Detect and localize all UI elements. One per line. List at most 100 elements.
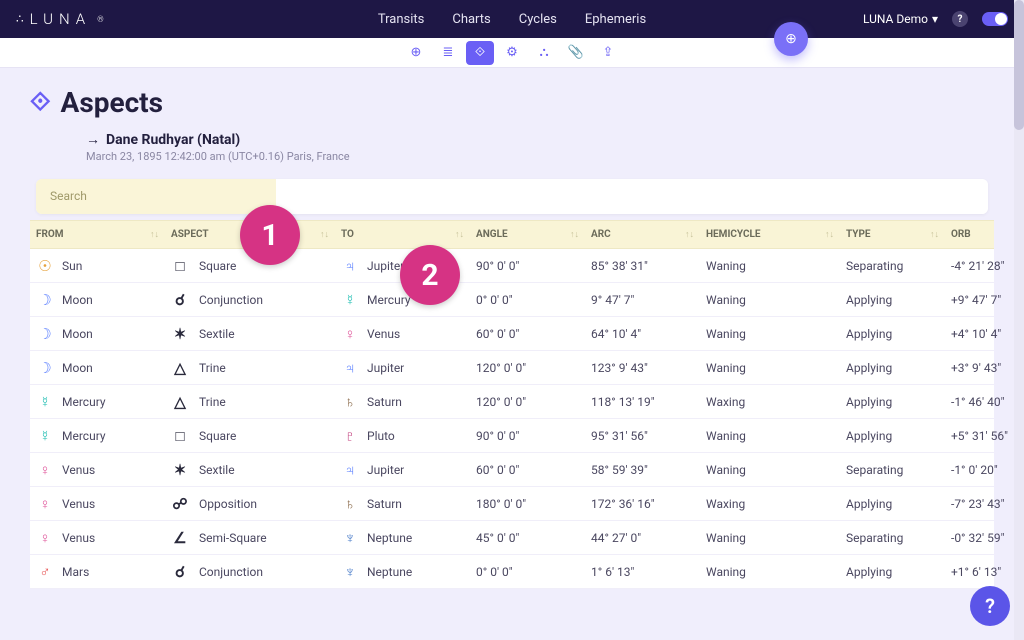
aspects-table: FROM↑↓ ASPECT↑↓ TO↑↓ ANGLE↑↓ ARC↑↓ HEMIC… <box>30 220 994 589</box>
scrollbar[interactable] <box>1014 0 1024 640</box>
cell-angle: 120° 0' 0" <box>470 354 585 382</box>
cell-hemicycle: Waning <box>700 320 840 348</box>
help-icon[interactable]: ? <box>952 11 968 27</box>
search-row: Search <box>30 179 994 214</box>
cell-hemicycle: Waning <box>700 252 840 280</box>
nav-cycles[interactable]: Cycles <box>519 12 557 27</box>
table-row[interactable]: ☿Mercury□Square♇Pluto90° 0' 0"95° 31' 56… <box>30 419 994 453</box>
attach-icon[interactable]: 📎 <box>562 41 590 65</box>
col-orb[interactable]: ORB↑↓ <box>945 221 1024 248</box>
cell-orb: -1° 46' 40" <box>945 388 1024 416</box>
sort-icon: ↑↓ <box>320 229 329 240</box>
aspects-page-icon: ⟐ <box>30 87 51 118</box>
cell-aspect: ✶Sextile <box>165 454 335 486</box>
cell-from: ☽Moon <box>30 284 165 316</box>
table-row[interactable]: ☽Moon△Trine♃Jupiter120° 0' 0"123° 9' 43"… <box>30 351 994 385</box>
arrow-right-icon: → <box>86 131 100 148</box>
search-wrap: Search <box>36 179 988 214</box>
cell-aspect: ☌Conjunction <box>165 556 335 588</box>
cell-arc: 123° 9' 43" <box>585 354 700 382</box>
table-row[interactable]: ♀Venus☍Opposition♄Saturn180° 0' 0"172° 3… <box>30 487 994 521</box>
toolbar: ⊕ ≣ ⟐ ⚙ ⛬ 📎 ⇪ ⊕ <box>0 38 1024 68</box>
cell-from: ☿Mercury <box>30 420 165 452</box>
planet-icon: ♆ <box>341 529 359 547</box>
planet-icon: ♀ <box>36 495 54 513</box>
col-to[interactable]: TO↑↓ <box>335 221 470 248</box>
cell-type: Separating <box>840 456 945 484</box>
cell-hemicycle: Waning <box>700 524 840 552</box>
page-head: ⟐ Aspects <box>30 86 994 119</box>
table-row[interactable]: ☿Mercury△Trine♄Saturn120° 0' 0"118° 13' … <box>30 385 994 419</box>
cell-type: Applying <box>840 354 945 382</box>
nav-transits[interactable]: Transits <box>378 12 425 27</box>
cell-from: ♀Venus <box>30 488 165 520</box>
chart-icon[interactable]: ⛬ <box>530 41 558 65</box>
planet-icon: ☽ <box>36 325 54 343</box>
theme-toggle[interactable] <box>982 12 1008 26</box>
col-arc[interactable]: ARC↑↓ <box>585 221 700 248</box>
cell-orb: -1° 0' 20" <box>945 456 1024 484</box>
user-dropdown[interactable]: LUNA Demo ▾ <box>863 12 938 26</box>
cell-type: Separating <box>840 524 945 552</box>
chevron-down-icon: ▾ <box>932 12 938 26</box>
cell-to: ♆Neptune <box>335 556 470 588</box>
aspect-icon: △ <box>171 359 189 377</box>
cell-orb: +4° 10' 4" <box>945 320 1024 348</box>
nav-charts[interactable]: Charts <box>452 12 490 27</box>
nav-links: Transits Charts Cycles Ephemeris <box>378 12 646 27</box>
planet-icon: ♀ <box>36 529 54 547</box>
table-row[interactable]: ♀Venus∠Semi-Square♆Neptune45° 0' 0"44° 2… <box>30 521 994 555</box>
cell-aspect: ✶Sextile <box>165 318 335 350</box>
page: ⟐ Aspects → Dane Rudhyar (Natal) March 2… <box>0 68 1024 589</box>
cell-orb: -4° 21' 28" <box>945 252 1024 280</box>
cell-angle: 180° 0' 0" <box>470 490 585 518</box>
share-icon[interactable]: ⇪ <box>594 41 622 65</box>
table-row[interactable]: ♂Mars☌Conjunction♆Neptune0° 0' 0"1° 6' 1… <box>30 555 994 589</box>
planet-icon: ☽ <box>36 359 54 377</box>
cell-arc: 1° 6' 13" <box>585 558 700 586</box>
cell-hemicycle: Waning <box>700 354 840 382</box>
aspect-icon: ∠ <box>171 529 189 547</box>
table-row[interactable]: ☉Sun□Square♃Jupiter90° 0' 0"85° 38' 31"W… <box>30 249 994 283</box>
col-type[interactable]: TYPE↑↓ <box>840 221 945 248</box>
aspect-icon: ☌ <box>171 563 189 581</box>
help-fab[interactable]: ? <box>970 586 1010 626</box>
table-row[interactable]: ☽Moon✶Sextile♀Venus60° 0' 0"64° 10' 4"Wa… <box>30 317 994 351</box>
cell-angle: 0° 0' 0" <box>470 286 585 314</box>
cell-orb: -7° 23' 43" <box>945 490 1024 518</box>
subject-name: Dane Rudhyar (Natal) <box>106 132 240 148</box>
cell-type: Applying <box>840 286 945 314</box>
planet-icon: ♇ <box>341 427 359 445</box>
cell-arc: 118° 13' 19" <box>585 388 700 416</box>
col-from[interactable]: FROM↑↓ <box>30 221 165 248</box>
aspect-icon: ✶ <box>171 461 189 479</box>
cell-orb: +1° 6' 13" <box>945 558 1024 586</box>
cell-hemicycle: Waxing <box>700 490 840 518</box>
brand-text: LUNA <box>30 10 92 28</box>
cell-orb: -0° 32' 59" <box>945 524 1024 552</box>
search-input[interactable] <box>276 179 988 214</box>
planet-icon: ☿ <box>36 393 54 411</box>
table-row[interactable]: ♀Venus✶Sextile♃Jupiter60° 0' 0"58° 59' 3… <box>30 453 994 487</box>
globe-icon[interactable]: ⊕ <box>402 41 430 65</box>
user-label: LUNA Demo <box>863 12 928 26</box>
col-hemicycle[interactable]: HEMICYCLE↑↓ <box>700 221 840 248</box>
planet-icon: ♄ <box>341 393 359 411</box>
col-angle[interactable]: ANGLE↑↓ <box>470 221 585 248</box>
scroll-thumb[interactable] <box>1014 0 1024 130</box>
table-row[interactable]: ☽Moon☌Conjunction☿Mercury0° 0' 0"9° 47' … <box>30 283 994 317</box>
cell-from: ♀Venus <box>30 522 165 554</box>
add-button[interactable]: ⊕ <box>774 22 808 56</box>
nav-ephemeris[interactable]: Ephemeris <box>585 12 646 27</box>
layers-icon[interactable]: ≣ <box>434 41 462 65</box>
gear-icon[interactable]: ⚙ <box>498 41 526 65</box>
planet-icon: ♃ <box>341 359 359 377</box>
cell-from: ♂Mars <box>30 556 165 588</box>
cell-arc: 172° 36' 16" <box>585 490 700 518</box>
aspect-icon: ☌ <box>171 291 189 309</box>
aspects-icon[interactable]: ⟐ <box>466 41 494 65</box>
cell-orb: +3° 9' 43" <box>945 354 1024 382</box>
cell-hemicycle: Waxing <box>700 388 840 416</box>
cell-to: ♃Jupiter <box>335 352 470 384</box>
cell-aspect: ☍Opposition <box>165 488 335 520</box>
